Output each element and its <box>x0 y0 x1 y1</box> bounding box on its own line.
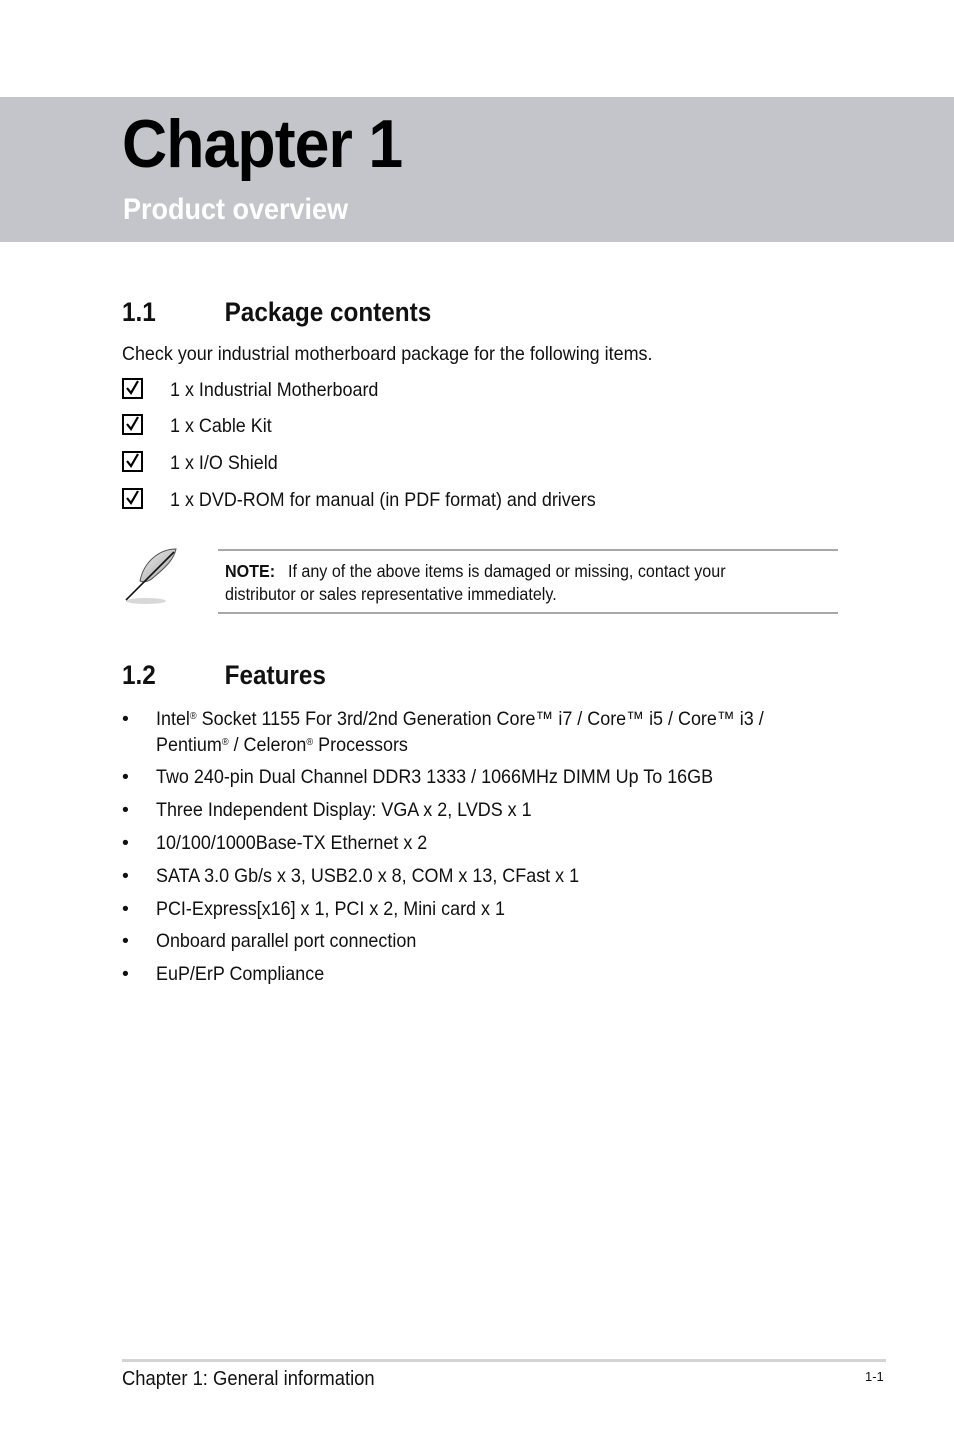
package-item-label: 1 x I/O Shield <box>170 452 278 474</box>
note-line-2: distributor or sales representative imme… <box>225 584 557 604</box>
feature-item: Three Independent Display: VGA x 2, LVDS… <box>156 799 532 821</box>
feature-text: Socket 1155 For 3rd/2nd Generation Core™… <box>196 708 764 730</box>
feature-item: PCI-Express[x16] x 1, PCI x 2, Mini card… <box>156 898 505 920</box>
bullet-icon: • <box>122 865 129 887</box>
feature-text: Processors <box>313 734 408 756</box>
bullet-icon: • <box>122 799 129 821</box>
package-intro: Check your industrial motherboard packag… <box>122 343 653 365</box>
bullet-icon: • <box>122 963 129 985</box>
footer-rule <box>122 1359 886 1362</box>
feature-item: SATA 3.0 Gb/s x 3, USB2.0 x 8, COM x 13,… <box>156 865 580 887</box>
feather-pen-icon <box>125 548 177 604</box>
bullet-icon: • <box>122 766 129 788</box>
section-heading-package-contents: 1.1 Package contents <box>122 296 431 328</box>
bullet-icon: • <box>122 832 129 854</box>
bullet-icon: • <box>122 930 129 952</box>
chapter-subtitle: Product overview <box>123 193 349 226</box>
note-top-rule <box>218 549 838 551</box>
package-item-label: 1 x DVD-ROM for manual (in PDF format) a… <box>170 489 596 511</box>
feature-item: 10/100/1000Base-TX Ethernet x 2 <box>156 832 428 854</box>
feature-item-continuation: Pentium® / Celeron® Processors <box>156 732 408 758</box>
feature-text: Intel <box>156 708 190 730</box>
section-heading-features: 1.2 Features <box>122 659 326 691</box>
checkbox-checked-icon <box>122 451 143 472</box>
feature-item: Intel® Socket 1155 For 3rd/2nd Generatio… <box>156 706 764 732</box>
feature-item: Onboard parallel port connection <box>156 930 417 952</box>
note-text: NOTE: If any of the above items is damage… <box>225 560 726 606</box>
note-bottom-rule <box>218 612 838 614</box>
section-number: 1.1 <box>122 297 156 327</box>
registered-mark: ® <box>189 711 197 722</box>
feature-item: EuP/ErP Compliance <box>156 963 325 985</box>
feature-item: Two 240-pin Dual Channel DDR3 1333 / 106… <box>156 766 714 788</box>
checkbox-checked-icon <box>122 378 143 399</box>
checkbox-checked-icon <box>122 414 143 435</box>
note-line-1: If any of the above items is damaged or … <box>287 561 726 581</box>
bullet-icon: • <box>122 898 129 920</box>
bullet-icon: • <box>122 708 129 730</box>
feature-text: Pentium <box>156 734 222 756</box>
note-label: NOTE: <box>225 561 276 581</box>
section-title: Features <box>224 660 326 690</box>
page-number: 1-1 <box>865 1369 884 1384</box>
section-number: 1.2 <box>122 660 156 690</box>
package-item-label: 1 x Industrial Motherboard <box>170 379 379 401</box>
feature-text: / Celeron <box>228 734 307 756</box>
registered-mark: ® <box>221 737 229 748</box>
chapter-title: Chapter 1 <box>122 106 403 182</box>
checkbox-checked-icon <box>122 488 143 509</box>
package-item-label: 1 x Cable Kit <box>170 415 272 437</box>
registered-mark: ® <box>306 737 314 748</box>
footer-chapter-label: Chapter 1: General information <box>122 1368 375 1390</box>
section-title: Package contents <box>224 297 432 327</box>
